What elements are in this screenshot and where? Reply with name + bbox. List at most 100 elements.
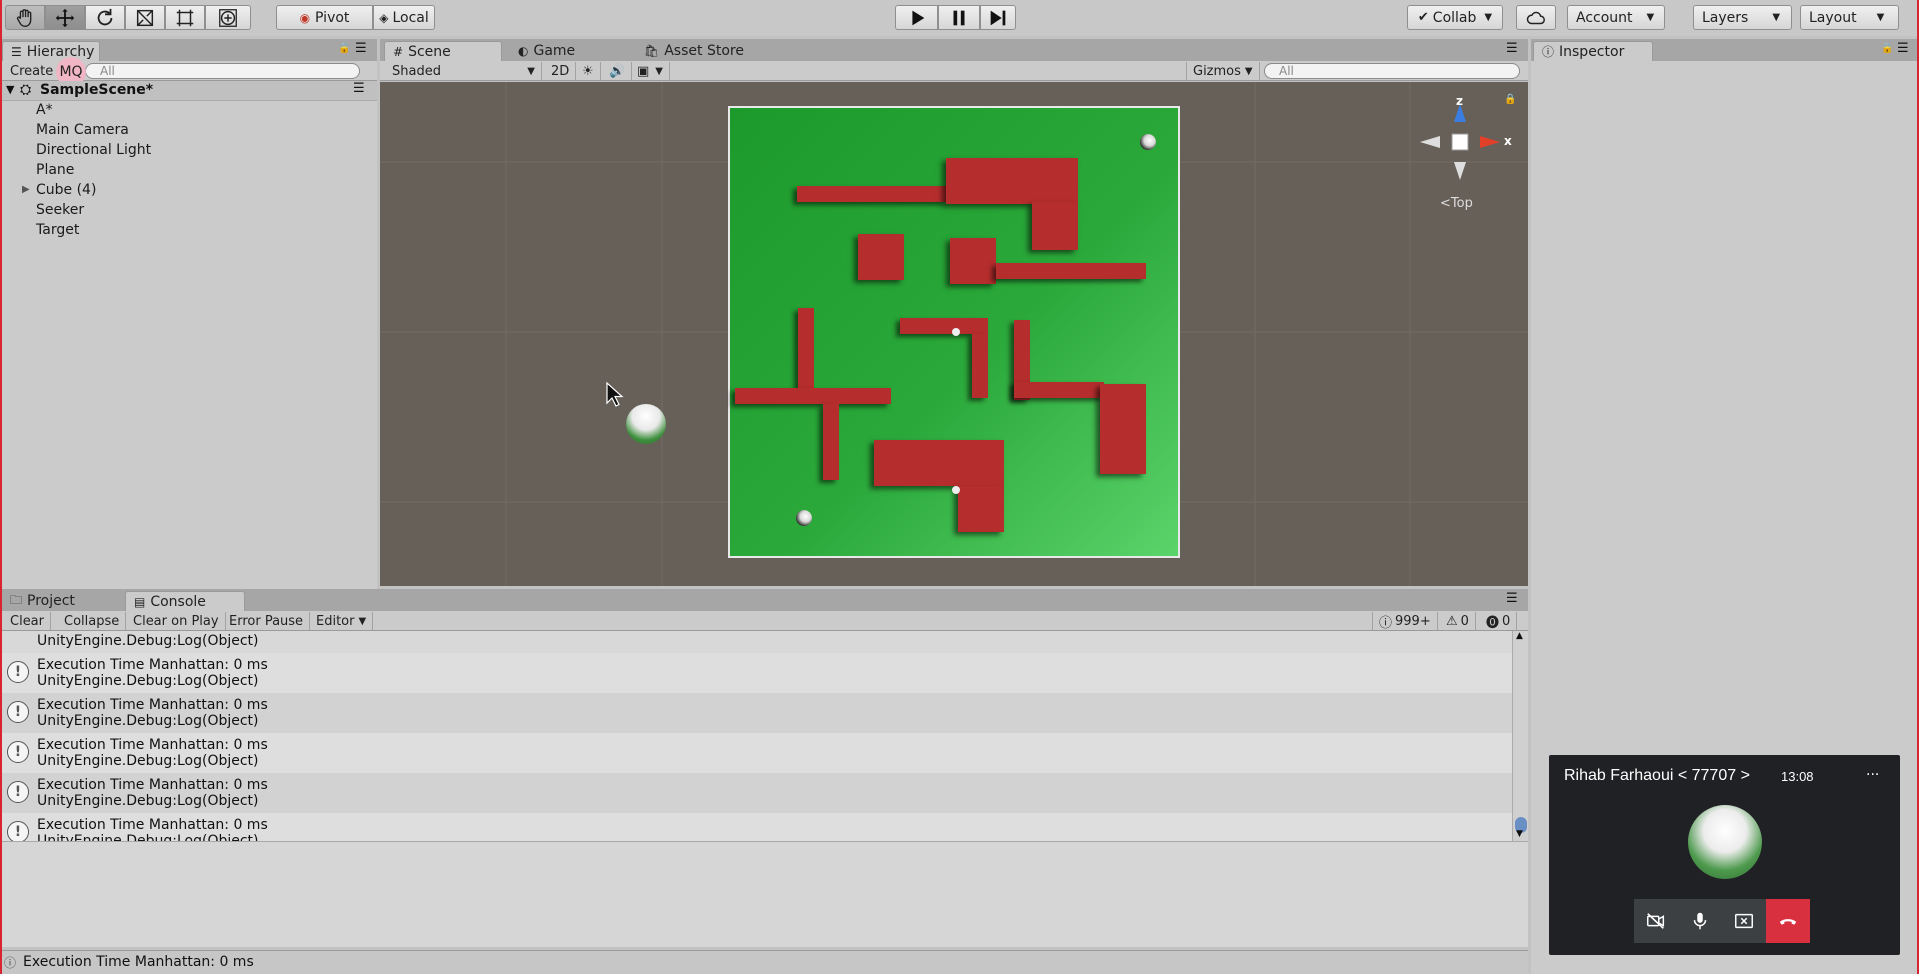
scroll-up-icon[interactable]: ▲: [1516, 631, 1523, 641]
maze-wall[interactable]: [735, 388, 891, 404]
rect-tool-button[interactable]: [165, 5, 205, 30]
local-toggle-button[interactable]: ◈ Local: [373, 5, 435, 30]
lighting-toggle-button[interactable]: ☀: [576, 62, 601, 80]
clear-button[interactable]: Clear: [4, 612, 51, 630]
hierarchy-item[interactable]: Target: [36, 222, 79, 238]
clear-on-play-button[interactable]: Clear on Play: [127, 612, 226, 630]
share-screen-button[interactable]: [1722, 899, 1766, 943]
console-scrollbar[interactable]: ▲ ▼: [1512, 631, 1528, 841]
maze-wall[interactable]: [946, 158, 1078, 204]
maze-floor-plane[interactable]: [728, 106, 1180, 558]
2d-toggle-button[interactable]: 2D: [545, 62, 577, 80]
error-count-toggle[interactable]: ⓿0: [1480, 612, 1518, 631]
rotate-tool-button[interactable]: [85, 5, 125, 30]
list-item[interactable]: ! Execution Time Manhattan: 0 ms UnityEn…: [0, 773, 1512, 813]
list-item[interactable]: UnityEngine.Debug:Log(Object): [0, 631, 1512, 653]
hang-up-button[interactable]: [1766, 899, 1810, 943]
scale-tool-button[interactable]: [125, 5, 165, 30]
transform-tool-button[interactable]: [205, 5, 251, 30]
list-item[interactable]: ! Execution Time Manhattan: 0 ms UnityEn…: [0, 693, 1512, 733]
maze-wall[interactable]: [858, 234, 904, 280]
more-options-icon[interactable]: ...: [1866, 763, 1879, 779]
error-pause-button[interactable]: Error Pause: [223, 612, 311, 630]
scroll-down-icon[interactable]: ▼: [1516, 829, 1523, 839]
lock-icon[interactable]: 🔒: [1881, 43, 1893, 54]
info-count-toggle[interactable]: ⓘ 999+: [1372, 612, 1438, 631]
panel-menu-icon[interactable]: ☰: [1506, 591, 1518, 606]
lock-icon[interactable]: 🔒: [338, 43, 350, 54]
hierarchy-item[interactable]: Seeker: [36, 202, 84, 218]
maze-wall[interactable]: [798, 308, 814, 388]
hand-tool-button[interactable]: [5, 5, 45, 30]
list-item[interactable]: ! Execution Time Manhattan: 0 ms UnityEn…: [0, 653, 1512, 693]
scene-search-input[interactable]: All: [1264, 63, 1520, 79]
maze-wall[interactable]: [958, 486, 1004, 532]
seeker-sphere[interactable]: [796, 510, 812, 526]
gizmos-dropdown[interactable]: Gizmos ▼: [1186, 62, 1260, 80]
tab-scene[interactable]: # Scene: [384, 41, 502, 61]
maze-wall[interactable]: [950, 238, 996, 284]
panel-menu-icon[interactable]: ☰: [1506, 41, 1518, 56]
collapse-button[interactable]: Collapse: [58, 612, 127, 630]
z-axis-label: z: [1456, 94, 1463, 108]
shading-mode-dropdown[interactable]: Shaded ▼: [386, 62, 542, 80]
hierarchy-item[interactable]: Directional Light: [36, 142, 151, 158]
maze-wall[interactable]: [1014, 382, 1104, 398]
panel-menu-icon[interactable]: ☰: [355, 41, 367, 56]
tab-hierarchy[interactable]: ☰ Hierarchy: [2, 41, 100, 61]
maze-wall[interactable]: [797, 186, 947, 202]
list-item[interactable]: ! Execution Time Manhattan: 0 ms UnityEn…: [0, 813, 1512, 841]
layout-dropdown[interactable]: Layout ▼: [1800, 5, 1899, 30]
lock-icon[interactable]: 🔒: [1504, 94, 1516, 105]
warning-count-toggle[interactable]: ⚠ 0: [1440, 612, 1476, 630]
hierarchy-item[interactable]: Cube (4): [36, 182, 96, 198]
create-dropdown[interactable]: Create: [4, 62, 61, 80]
toggle-mic-button[interactable]: [1678, 899, 1722, 943]
collab-dropdown[interactable]: ✔ Collab ▼: [1407, 5, 1503, 30]
expand-arrow-icon[interactable]: ▶: [22, 184, 30, 195]
account-dropdown[interactable]: Account ▼: [1567, 5, 1665, 30]
hierarchy-item[interactable]: Main Camera: [36, 122, 129, 138]
console-log-list[interactable]: UnityEngine.Debug:Log(Object) ! Executio…: [0, 631, 1512, 841]
hierarchy-search-input[interactable]: All: [85, 63, 360, 79]
log-info-icon: !: [7, 701, 29, 723]
hierarchy-item[interactable]: A*: [36, 102, 53, 118]
maze-wall[interactable]: [900, 318, 988, 334]
audio-toggle-button[interactable]: 🔊: [603, 62, 633, 80]
status-bar[interactable]: ⓘ Execution Time Manhattan: 0 ms: [0, 950, 1528, 974]
tab-inspector[interactable]: ⓘ Inspector: [1533, 41, 1653, 61]
tab-asset-store[interactable]: 🛍 Asset Store: [636, 41, 752, 61]
tab-game[interactable]: ◐ Game: [510, 41, 583, 61]
scene-viewport[interactable]: z x 🔒 <Top: [380, 82, 1528, 586]
scene-menu-icon[interactable]: ☰: [353, 81, 365, 96]
move-tool-button[interactable]: [45, 5, 85, 30]
maze-wall[interactable]: [1100, 384, 1146, 474]
maze-wall[interactable]: [972, 334, 988, 398]
tab-console[interactable]: ▤ Console: [125, 591, 245, 611]
cloud-button[interactable]: [1516, 5, 1556, 30]
chevron-left-icon: <: [1440, 196, 1451, 211]
expand-arrow-icon[interactable]: ▼: [6, 83, 14, 96]
toggle-video-button[interactable]: [1634, 899, 1678, 943]
camera-avatar-gizmo[interactable]: [626, 404, 666, 444]
editor-dropdown[interactable]: Editor ▼: [310, 612, 374, 630]
layers-dropdown[interactable]: Layers ▼: [1693, 5, 1792, 30]
maze-wall[interactable]: [1032, 202, 1078, 250]
scene-header-row[interactable]: ▼ ⛭ SampleScene* ☰: [0, 81, 377, 101]
maze-wall[interactable]: [874, 440, 1004, 486]
panel-menu-icon[interactable]: ☰: [1897, 41, 1909, 56]
view-label[interactable]: <Top: [1440, 196, 1473, 211]
tab-project[interactable]: 🗀 Project: [2, 591, 83, 611]
hierarchy-item[interactable]: Plane: [36, 162, 74, 178]
target-sphere[interactable]: [1140, 134, 1156, 150]
effects-dropdown[interactable]: ▣ ▼: [631, 62, 670, 80]
pivot-toggle-button[interactable]: ◉ Pivot: [276, 5, 373, 30]
video-call-overlay[interactable]: Rihab Farhaoui < 77707 > 13:08 ...: [1549, 755, 1900, 955]
step-button[interactable]: [980, 5, 1016, 30]
maze-wall[interactable]: [996, 263, 1146, 279]
play-button[interactable]: [895, 5, 938, 30]
info-icon: ⓘ: [1379, 615, 1393, 631]
pause-button[interactable]: [938, 5, 980, 30]
maze-wall[interactable]: [823, 404, 839, 480]
list-item[interactable]: ! Execution Time Manhattan: 0 ms UnityEn…: [0, 733, 1512, 773]
